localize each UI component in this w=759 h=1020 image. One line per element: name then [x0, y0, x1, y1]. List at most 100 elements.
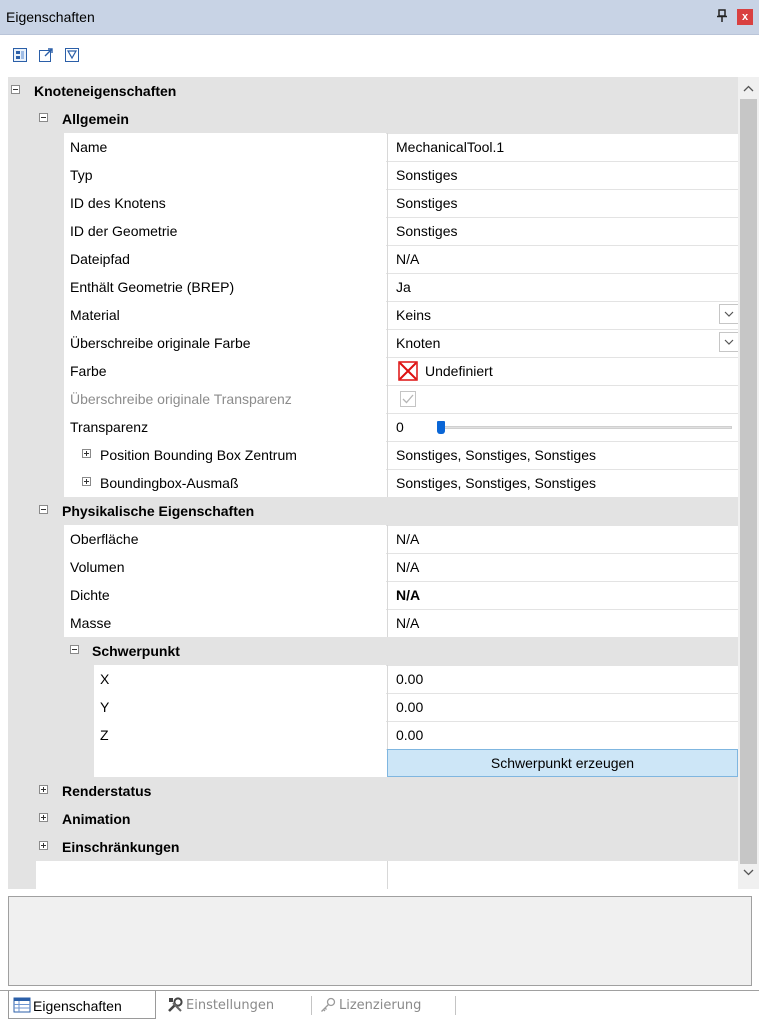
- scrollbar-thumb[interactable]: [740, 99, 757, 864]
- property-value[interactable]: 0.00: [396, 671, 423, 687]
- category-label: Knoteneigenschaften: [34, 83, 177, 99]
- property-value[interactable]: Sonstiges, Sonstiges, Sonstiges: [396, 475, 596, 491]
- tab-einstellungen[interactable]: Einstellungen: [162, 991, 312, 1019]
- category-label: Schwerpunkt: [92, 643, 180, 659]
- farbe-override-select-value[interactable]: Knoten: [396, 335, 440, 351]
- category-physikalisch[interactable]: Physikalische Eigenschaften: [8, 497, 738, 526]
- property-row-farbe[interactable]: Farbe Undefiniert: [8, 357, 738, 386]
- category-knoteneigenschaften[interactable]: Knoteneigenschaften: [8, 77, 738, 106]
- property-label: Z: [100, 727, 109, 743]
- category-einschraenkungen[interactable]: Einschränkungen: [8, 833, 738, 862]
- scroll-up-icon[interactable]: [743, 85, 754, 92]
- farbe-override-dropdown-button[interactable]: [719, 332, 738, 352]
- description-panel: [8, 896, 752, 986]
- property-row-dateipfad[interactable]: Dateipfad N/A: [8, 245, 738, 274]
- property-label: Farbe: [70, 363, 107, 379]
- material-select-value[interactable]: Keins: [396, 307, 431, 323]
- grid-icon: [13, 996, 31, 1014]
- chevron-down-icon: [724, 339, 734, 345]
- filter-icon[interactable]: [64, 47, 80, 63]
- property-label: Position Bounding Box Zentrum: [100, 447, 297, 463]
- expand-icon[interactable]: [82, 449, 91, 458]
- property-row-farbe-override[interactable]: Überschreibe originale Farbe Knoten: [8, 329, 738, 358]
- property-value[interactable]: N/A: [396, 531, 419, 547]
- grid-empty-row: [8, 861, 738, 889]
- property-label: Dateipfad: [70, 251, 130, 267]
- category-label: Animation: [62, 811, 131, 827]
- property-row-volumen[interactable]: Volumen N/A: [8, 553, 738, 582]
- property-row-schwerpunkt-z[interactable]: Z 0.00: [8, 721, 738, 750]
- property-value[interactable]: N/A: [396, 251, 419, 267]
- category-label: Einschränkungen: [62, 839, 180, 855]
- property-row-oberflaeche[interactable]: Oberfläche N/A: [8, 525, 738, 554]
- close-icon[interactable]: x: [737, 9, 753, 25]
- property-row-masse[interactable]: Masse N/A: [8, 609, 738, 638]
- property-row-transparenz[interactable]: Transparenz 0: [8, 413, 738, 442]
- property-row-schwerpunkt-y[interactable]: Y 0.00: [8, 693, 738, 722]
- property-row-material[interactable]: Material Keins: [8, 301, 738, 330]
- chevron-down-icon: [724, 311, 734, 317]
- property-value[interactable]: Sonstiges: [396, 195, 457, 211]
- categorize-icon[interactable]: [12, 47, 28, 63]
- expand-icon[interactable]: [39, 785, 48, 794]
- property-label: ID der Geometrie: [70, 223, 178, 239]
- property-label: Transparenz: [70, 419, 149, 435]
- category-label: Renderstatus: [62, 783, 152, 799]
- tab-eigenschaften[interactable]: Eigenschaften: [8, 991, 156, 1019]
- property-row-name[interactable]: Name MechanicalTool.1: [8, 133, 738, 162]
- bottom-tab-bar: Eigenschaften Einstellungen Lizenzierung: [0, 990, 759, 1020]
- category-schwerpunkt[interactable]: Schwerpunkt: [8, 637, 738, 666]
- property-row-bbox-extent[interactable]: Boundingbox-Ausmaß Sonstiges, Sonstiges,…: [8, 469, 738, 498]
- property-row-id-knoten[interactable]: ID des Knotens Sonstiges: [8, 189, 738, 218]
- tab-label: Eigenschaften: [33, 998, 122, 1014]
- vertical-scrollbar[interactable]: [738, 77, 759, 889]
- tab-label: Lizenzierung: [339, 998, 422, 1013]
- transparenz-slider-track[interactable]: [440, 426, 732, 429]
- category-renderstatus[interactable]: Renderstatus: [8, 777, 738, 806]
- property-value[interactable]: N/A: [396, 615, 419, 631]
- property-label: Boundingbox-Ausmaß: [100, 475, 239, 491]
- collapse-icon[interactable]: [39, 113, 48, 122]
- property-row-bbox-center[interactable]: Position Bounding Box Zentrum Sonstiges,…: [8, 441, 738, 470]
- property-value[interactable]: Sonstiges, Sonstiges, Sonstiges: [396, 447, 596, 463]
- property-row-transparenz-override: Überschreibe originale Transparenz: [8, 385, 738, 414]
- property-label: Material: [70, 307, 120, 323]
- property-row-schwerpunkt-x[interactable]: X 0.00: [8, 665, 738, 694]
- tab-lizenzierung[interactable]: Lizenzierung: [315, 991, 455, 1019]
- property-value[interactable]: 0.00: [396, 727, 423, 743]
- category-animation[interactable]: Animation: [8, 805, 738, 834]
- property-value[interactable]: MechanicalTool.1: [396, 139, 504, 155]
- collapse-icon[interactable]: [70, 645, 79, 654]
- scroll-down-icon[interactable]: [743, 869, 754, 876]
- property-value[interactable]: Sonstiges: [396, 223, 457, 239]
- property-value[interactable]: Ja: [396, 279, 411, 295]
- tab-separator: [311, 996, 312, 1015]
- category-label: Physikalische Eigenschaften: [62, 503, 255, 519]
- expand-icon[interactable]: [39, 841, 48, 850]
- property-row-id-geometrie[interactable]: ID der Geometrie Sonstiges: [8, 217, 738, 246]
- property-row-brep[interactable]: Enthält Geometrie (BREP) Ja: [8, 273, 738, 302]
- material-dropdown-button[interactable]: [719, 304, 738, 324]
- property-row-typ[interactable]: Typ Sonstiges: [8, 161, 738, 190]
- collapse-icon[interactable]: [39, 505, 48, 514]
- expand-icon[interactable]: [82, 477, 91, 486]
- pin-icon[interactable]: [716, 9, 728, 26]
- property-label: Y: [100, 699, 110, 715]
- property-value[interactable]: N/A: [396, 587, 420, 603]
- tools-icon: [166, 996, 184, 1014]
- expand-icon[interactable]: [39, 813, 48, 822]
- property-value[interactable]: Sonstiges: [396, 167, 457, 183]
- property-value[interactable]: 0.00: [396, 699, 423, 715]
- undefined-color-icon[interactable]: [398, 361, 418, 381]
- transparenz-value: 0: [396, 419, 404, 435]
- property-row-dichte[interactable]: Dichte N/A: [8, 581, 738, 610]
- popout-icon[interactable]: [38, 47, 54, 63]
- collapse-icon[interactable]: [11, 85, 20, 94]
- schwerpunkt-erzeugen-button[interactable]: Schwerpunkt erzeugen: [387, 749, 738, 777]
- category-allgemein[interactable]: Allgemein: [8, 105, 738, 134]
- transparenz-slider-thumb[interactable]: [437, 421, 445, 434]
- property-grid: Knoteneigenschaften Allgemein Name Mecha…: [8, 77, 738, 889]
- property-value[interactable]: N/A: [396, 559, 419, 575]
- property-label: Masse: [70, 615, 112, 631]
- category-label: Allgemein: [62, 111, 129, 127]
